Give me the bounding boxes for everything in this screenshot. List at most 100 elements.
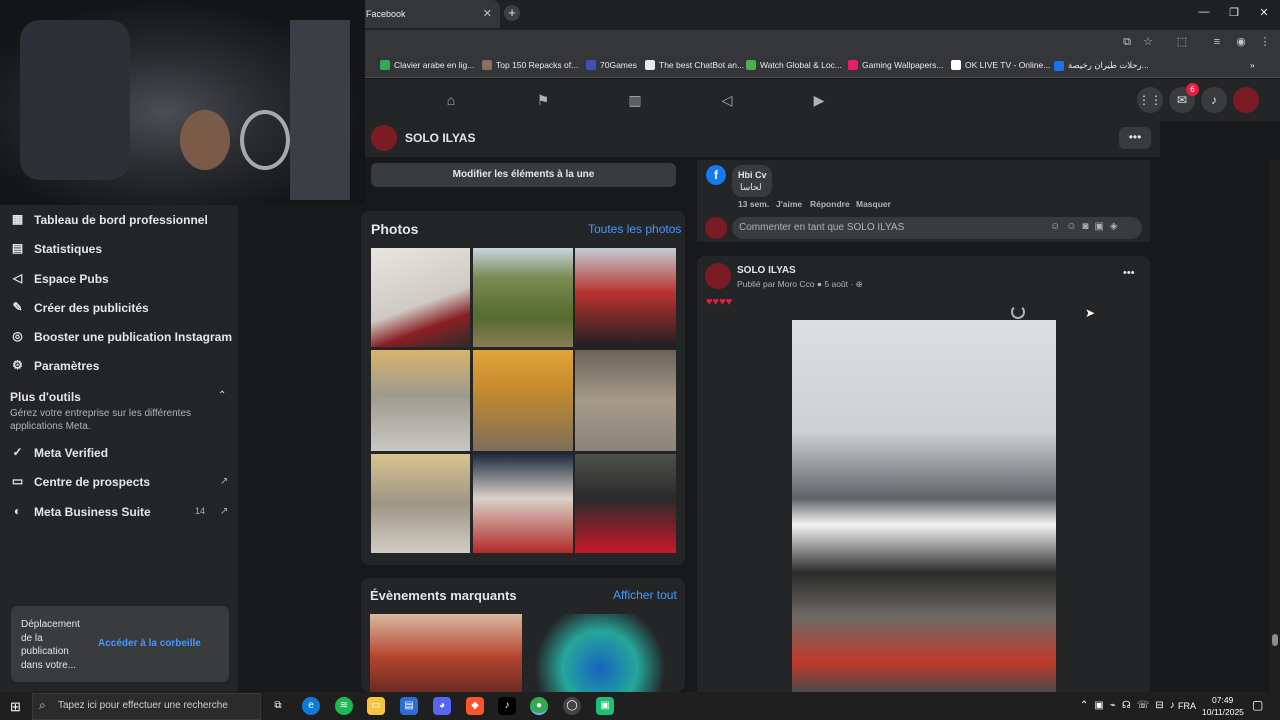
notification-count-badge: 14 [195, 506, 206, 516]
comment-reply-link[interactable]: Répondre [810, 199, 850, 209]
new-tab-button[interactable]: + [504, 5, 520, 21]
comment-like-link[interactable]: J'aime [776, 199, 802, 209]
chrome-icon[interactable]: ● [530, 697, 548, 715]
install-icon[interactable]: ⧉ [1120, 35, 1134, 49]
bookmark-icon [951, 60, 961, 70]
comment-author[interactable]: Hbi Cv [738, 170, 767, 180]
sidebar-item-insights[interactable]: ▤ Statistiques [10, 241, 102, 256]
toast-trash-link[interactable]: Accéder à la corbeille [98, 638, 201, 649]
app-icon[interactable]: ◯ [563, 697, 581, 715]
star-icon[interactable]: ☆ [1141, 35, 1155, 49]
apps-menu-icon[interactable]: ⋮⋮ [1137, 87, 1163, 113]
close-window-icon[interactable]: ✕ [1256, 6, 1272, 19]
gear-icon: ⚙ [12, 358, 23, 372]
flag-icon[interactable]: ⚑ [534, 92, 552, 108]
photo-thumbnail[interactable] [575, 350, 676, 451]
post-author-avatar[interactable] [705, 263, 731, 289]
sidebar-item-dashboard[interactable]: ▦ Tableau de bord professionnel [10, 212, 208, 227]
event-thumbnail[interactable] [524, 614, 676, 692]
comment-tools-icons[interactable]: ☺☺◙▣◈ [1050, 221, 1124, 232]
tools-section-title: Plus d'outils [10, 390, 81, 404]
scrollbar-thumb[interactable] [1272, 634, 1278, 646]
external-link-icon: ↗ [220, 506, 229, 517]
bookmarks-overflow-icon[interactable]: » [1250, 60, 1255, 70]
notification-center-icon[interactable]: ▢ [1252, 698, 1263, 712]
photo-thumbnail[interactable] [473, 350, 573, 451]
post-date[interactable]: 5 août [824, 279, 848, 289]
bookmark-item[interactable]: Watch Global & Loc... [746, 60, 842, 70]
system-tray-icons[interactable]: ⌃▣⌁☊☏⊟♪ [1080, 700, 1181, 711]
file-explorer-icon[interactable]: ▭ [367, 697, 385, 715]
bookmark-icon [586, 60, 596, 70]
bookmark-item[interactable]: 70Games [586, 60, 637, 70]
bookmark-item[interactable]: Top 150 Repacks of... [482, 60, 578, 70]
page-avatar[interactable] [371, 125, 397, 151]
chevron-up-icon[interactable]: ⌃ [218, 390, 226, 401]
fiverr-icon[interactable]: ▣ [596, 697, 614, 715]
windows-start-icon[interactable]: ⊞ [10, 699, 21, 715]
discord-icon[interactable]: ◕ [433, 697, 451, 715]
sidebar-item-settings[interactable]: ⚙ Paramètres [10, 358, 99, 373]
bookmark-icon [1054, 60, 1064, 71]
bookmark-item[interactable]: Gaming Wallpapers... [848, 60, 943, 70]
all-photos-link[interactable]: Toutes les photos [588, 222, 681, 236]
sidebar-item-lead-center[interactable]: ▭ Centre de prospects [10, 474, 150, 489]
photo-thumbnail[interactable] [575, 248, 676, 347]
tab-facebook[interactable]: Facebook ✕ [360, 0, 500, 28]
language-indicator[interactable]: FRA [1178, 701, 1196, 711]
maximize-icon[interactable]: ❐ [1226, 6, 1242, 19]
photo-thumbnail[interactable] [575, 454, 676, 553]
see-all-events-link[interactable]: Afficher tout [613, 588, 677, 602]
extensions-icon[interactable]: ⬚ [1175, 35, 1189, 49]
more-options-icon[interactable]: ••• [1119, 127, 1151, 149]
photo-thumbnail[interactable] [473, 248, 573, 347]
post-text: ♥♥♥♥ [706, 296, 733, 308]
spotify-icon[interactable]: ≋ [335, 697, 353, 715]
photo-thumbnail[interactable] [371, 454, 470, 553]
notifications-icon[interactable]: ♪ [1201, 87, 1227, 113]
edit-featured-button[interactable]: Modifier les éléments à la une [371, 163, 676, 187]
tiktok-icon[interactable]: ♪ [498, 697, 516, 715]
task-view-icon[interactable]: ⧉ [269, 697, 287, 715]
profile-icon[interactable]: ◉ [1234, 35, 1248, 49]
post-author[interactable]: SOLO ILYAS [737, 265, 796, 276]
photo-thumbnail[interactable] [371, 350, 470, 451]
clock-date[interactable]: 10/11/2025 [1202, 707, 1244, 717]
bookmark-icon [482, 60, 492, 70]
commenter-avatar[interactable]: f [706, 165, 726, 185]
close-tab-icon[interactable]: ✕ [483, 7, 492, 20]
bookmark-item[interactable]: OK LIVE TV - Online... [951, 60, 1050, 70]
brave-icon[interactable]: ◆ [466, 697, 484, 715]
event-thumbnail[interactable] [370, 614, 522, 692]
bookmark-item[interactable]: The best ChatBot an... [645, 60, 744, 70]
insights-icon[interactable]: ▥ [626, 92, 644, 108]
loading-spinner-icon [1011, 305, 1025, 319]
taskbar-search-placeholder: Tapez ici pour effectuer une recherche [58, 700, 228, 711]
page-name[interactable]: SOLO ILYAS [405, 131, 475, 145]
sidebar-item-meta-verified[interactable]: ✓ Meta Verified [10, 445, 108, 460]
sidebar-item-create-ads[interactable]: ✎ Créer des publicités [10, 300, 148, 315]
post-options-icon[interactable]: ••• [1123, 267, 1135, 279]
sidebar-item-business-suite[interactable]: ◐ Meta Business Suite [10, 504, 151, 519]
photo-thumbnail[interactable] [473, 454, 573, 553]
comment-hide-link[interactable]: Masquer [856, 199, 891, 209]
edge-icon[interactable]: e [302, 697, 320, 715]
megaphone-icon[interactable]: ◁ [718, 92, 736, 108]
bookmark-item[interactable]: رحلات طيران رخيصة... [1054, 60, 1149, 71]
events-title: Évènements marquants [370, 588, 517, 603]
sidebar-item-boost-instagram[interactable]: ◎ Booster une publication Instagram [10, 329, 232, 344]
minimize-icon[interactable]: — [1196, 6, 1212, 18]
home-icon[interactable]: ⌂ [442, 92, 460, 108]
video-icon[interactable]: ▶ [810, 92, 828, 108]
clock-time[interactable]: 07:49 [1212, 695, 1233, 705]
post-photo[interactable] [792, 320, 1056, 692]
bookmark-item[interactable]: Clavier arabe en lig... [380, 60, 474, 70]
store-icon[interactable]: ▤ [400, 697, 418, 715]
photo-thumbnail[interactable] [371, 248, 470, 347]
account-avatar[interactable] [1233, 87, 1259, 113]
sidebar-item-ads[interactable]: ◁ Espace Pubs [10, 271, 109, 286]
media-icon[interactable]: ≡ [1210, 35, 1224, 49]
comment-time[interactable]: 13 sem. [738, 199, 769, 209]
menu-icon[interactable]: ⋮ [1258, 35, 1272, 49]
page-scrollbar[interactable] [1270, 160, 1280, 692]
